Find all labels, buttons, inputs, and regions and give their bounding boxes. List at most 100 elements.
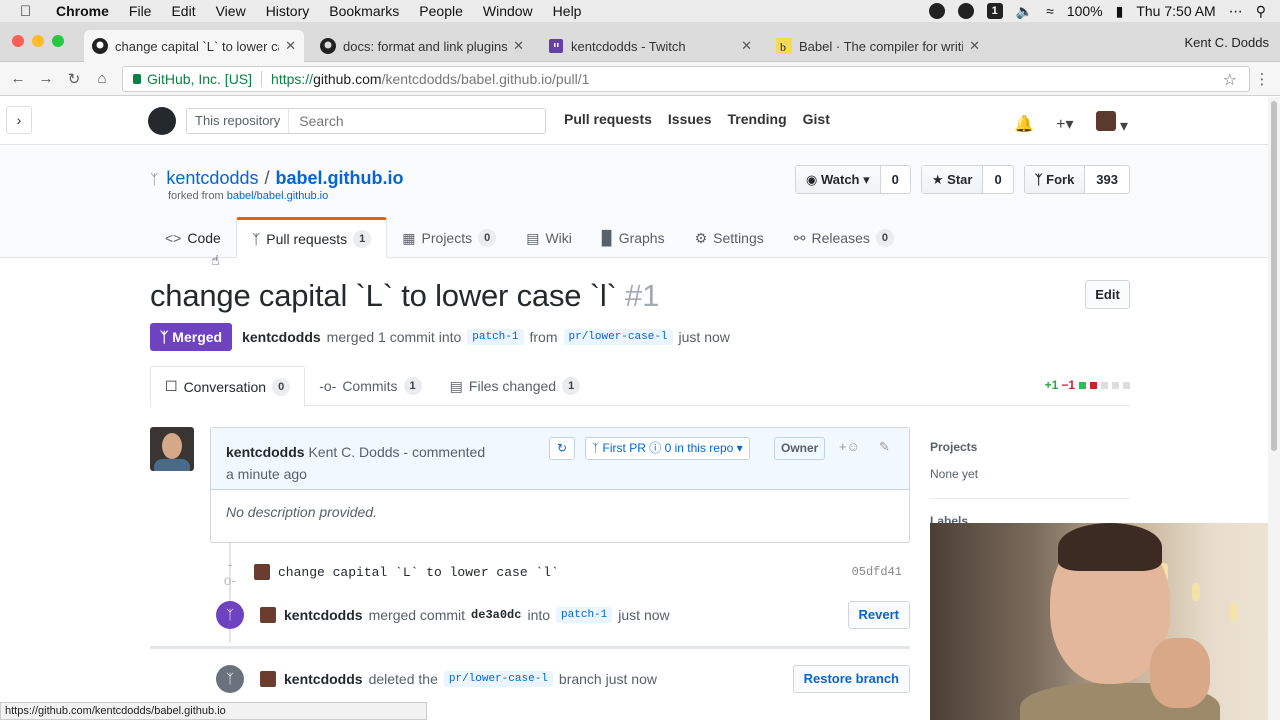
- menu-window[interactable]: Window: [483, 3, 533, 19]
- browser-tab-docs[interactable]: docs: format and link plugins by kentcdo…: [312, 30, 532, 62]
- star-button[interactable]: ★ Star: [921, 166, 984, 193]
- delete-time: branch just now: [558, 671, 657, 687]
- nav-pull-requests[interactable]: Pull requests: [564, 111, 652, 127]
- sync-icon[interactable]: ↻: [549, 437, 575, 460]
- tab-projects[interactable]: ▦ Projects 0: [387, 217, 511, 258]
- search-scope[interactable]: This repository: [187, 109, 290, 133]
- merge-base-branch[interactable]: patch-1: [556, 607, 613, 623]
- browser-tab-pr[interactable]: change capital `L` to lower case `l` ✕: [84, 30, 304, 62]
- octotree-toggle-button[interactable]: ›: [6, 106, 32, 134]
- watch-count[interactable]: 0: [881, 166, 910, 193]
- sidebar-projects-label[interactable]: Projects: [930, 440, 977, 454]
- menu-edit[interactable]: Edit: [171, 3, 195, 19]
- avatar[interactable]: [260, 671, 276, 687]
- tab-files-changed[interactable]: ▤ Files changed 1: [436, 366, 595, 406]
- edit-title-button[interactable]: Edit: [1085, 280, 1130, 309]
- tab-settings[interactable]: ⚙ Settings: [680, 217, 779, 258]
- menu-app-chrome[interactable]: Chrome: [56, 3, 109, 19]
- profile-name[interactable]: Kent C. Dodds: [1184, 35, 1269, 50]
- tab-code[interactable]: <> Code: [150, 217, 236, 258]
- tab-wiki[interactable]: ▤ Wiki: [511, 217, 587, 258]
- volume-icon[interactable]: 🔈: [1016, 3, 1033, 20]
- fork-button[interactable]: ᛉ Fork: [1024, 166, 1086, 193]
- security-indicator[interactable]: GitHub, Inc. [US]: [147, 71, 252, 87]
- close-tab-icon[interactable]: ✕: [741, 38, 752, 54]
- close-window-button[interactable]: [12, 35, 24, 47]
- reload-icon[interactable]: ↻: [60, 70, 88, 88]
- tab-commits[interactable]: -o- Commits 1: [305, 366, 435, 406]
- back-icon[interactable]: ←: [4, 70, 32, 87]
- merge-sha-link[interactable]: de3a0dc: [471, 608, 521, 622]
- bell-icon[interactable]: 🔔: [1014, 114, 1034, 134]
- tab-releases[interactable]: ⚯ Releases 0: [779, 217, 909, 258]
- github-logo-icon[interactable]: [148, 107, 176, 135]
- browser-tab-twitch[interactable]: kentcdodds - Twitch ✕: [540, 30, 760, 62]
- comment-author-link[interactable]: kentcdodds: [226, 444, 305, 460]
- close-tab-icon[interactable]: ✕: [513, 38, 524, 54]
- add-reaction-icon[interactable]: +☺: [839, 439, 860, 454]
- nav-gist[interactable]: Gist: [803, 111, 830, 127]
- menu-bookmarks[interactable]: Bookmarks: [329, 3, 399, 19]
- menu-file[interactable]: File: [129, 3, 152, 19]
- restore-branch-button[interactable]: Restore branch: [792, 665, 910, 693]
- battery-percent[interactable]: 100%: [1067, 3, 1103, 19]
- merge-time[interactable]: just now: [618, 607, 669, 623]
- app-status-icon[interactable]: [957, 3, 974, 19]
- head-branch[interactable]: pr/lower-case-l: [563, 329, 673, 345]
- more-icon[interactable]: ⋯: [1229, 3, 1243, 20]
- nav-trending[interactable]: Trending: [728, 111, 787, 127]
- first-pr-dropdown[interactable]: ᛉ First PR ⓘ 0 in this repo ▾: [585, 437, 750, 460]
- minimize-window-button[interactable]: [32, 35, 44, 47]
- star-count[interactable]: 0: [983, 166, 1012, 193]
- battery-icon[interactable]: ▮: [1116, 3, 1124, 20]
- forked-from-link[interactable]: babel/babel.github.io: [227, 190, 329, 202]
- user-avatar-menu[interactable]: ▾: [1095, 111, 1128, 136]
- in-repo-count: 0 in this repo: [664, 441, 734, 455]
- close-tab-icon[interactable]: ✕: [969, 38, 980, 54]
- chrome-menu-icon[interactable]: ⋮: [1248, 70, 1276, 88]
- notification-count-badge[interactable]: 1: [986, 3, 1003, 19]
- close-tab-icon[interactable]: ✕: [285, 38, 296, 54]
- watch-button[interactable]: ◉ Watch ▾: [796, 166, 881, 193]
- menu-view[interactable]: View: [216, 3, 246, 19]
- commit-message-link[interactable]: change capital `L` to lower case `l`: [278, 565, 559, 580]
- nav-issues[interactable]: Issues: [668, 111, 712, 127]
- address-bar[interactable]: GitHub, Inc. [US] https:// github.com /k…: [122, 66, 1250, 92]
- tab-conversation[interactable]: ☐ Conversation 0: [150, 366, 306, 407]
- commit-sha-link[interactable]: 05dfd41: [852, 565, 902, 579]
- zoom-window-button[interactable]: [52, 35, 64, 47]
- forward-icon[interactable]: →: [32, 70, 60, 87]
- wifi-icon[interactable]: ≈: [1046, 3, 1054, 19]
- merge-author-link[interactable]: kentcdodds: [284, 607, 363, 623]
- menu-people[interactable]: People: [419, 3, 463, 19]
- scrollbar-thumb[interactable]: [1271, 101, 1277, 451]
- spotlight-search-icon[interactable]: ⚲: [1256, 3, 1266, 20]
- repo-name-link[interactable]: babel.github.io: [276, 168, 404, 189]
- plus-dropdown-icon[interactable]: +▾: [1056, 114, 1073, 134]
- base-branch[interactable]: patch-1: [467, 329, 524, 345]
- fork-count[interactable]: 393: [1085, 166, 1129, 193]
- menu-help[interactable]: Help: [553, 3, 582, 19]
- delete-author-link[interactable]: kentcdodds: [284, 671, 363, 687]
- clock[interactable]: Thu 7:50 AM: [1136, 3, 1215, 19]
- avatar[interactable]: [260, 607, 276, 623]
- new-tab-button[interactable]: [996, 30, 1030, 62]
- apple-menu-icon[interactable]: : [20, 3, 38, 20]
- browser-tab-babel[interactable]: b Babel · The compiler for writing next …: [768, 30, 988, 62]
- avatar[interactable]: [254, 564, 270, 580]
- merged-time[interactable]: just now: [679, 329, 730, 345]
- search-input[interactable]: [289, 113, 540, 129]
- tab-graphs[interactable]: ▉ Graphs: [587, 217, 680, 258]
- pr-author-link[interactable]: kentcdodds: [242, 329, 321, 345]
- comment-author-avatar[interactable]: [150, 427, 194, 471]
- comment-time[interactable]: a minute ago: [226, 466, 307, 482]
- home-icon[interactable]: ⌂: [88, 70, 116, 87]
- revert-button[interactable]: Revert: [847, 601, 910, 629]
- menu-history[interactable]: History: [266, 3, 310, 19]
- edit-comment-icon[interactable]: ✎: [879, 439, 890, 455]
- bookmark-star-icon[interactable]: ☆: [1223, 70, 1237, 90]
- tab-pull-requests[interactable]: ᛉ Pull requests 1: [235, 217, 388, 258]
- repo-owner-link[interactable]: kentcdodds: [166, 168, 258, 189]
- record-status-icon[interactable]: [928, 3, 945, 19]
- page-scrollbar[interactable]: [1268, 97, 1280, 720]
